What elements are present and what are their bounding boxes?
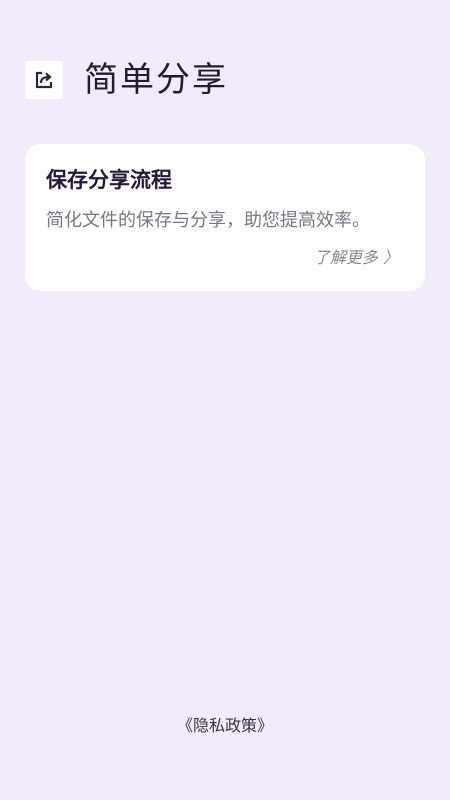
share-icon xyxy=(25,61,63,99)
card-description: 简化文件的保存与分享，助您提高效率。 xyxy=(46,210,370,231)
page-title: 简单分享 xyxy=(84,60,228,100)
feature-card[interactable]: 保存分享流程 简化文件的保存与分享，助您提高效率。 了解更多 〉 xyxy=(25,144,425,291)
app-header: 简单分享 xyxy=(25,57,228,103)
privacy-policy-link[interactable]: 《隐私政策》 xyxy=(0,714,450,738)
card-title: 保存分享流程 xyxy=(46,168,172,192)
learn-more-link[interactable]: 了解更多 〉 xyxy=(314,247,399,269)
